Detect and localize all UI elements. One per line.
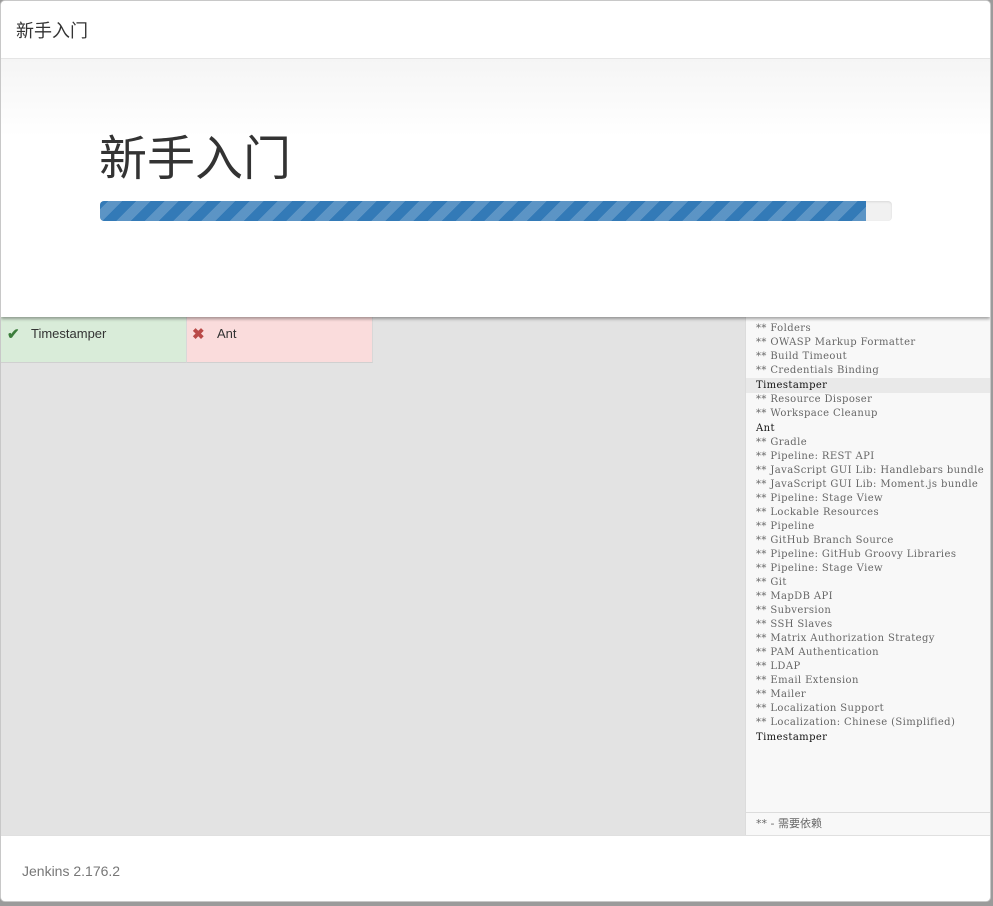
log-dependency-line: ** Gradle (756, 437, 808, 448)
plugin-tile-ant: ✖ Ant (187, 317, 373, 363)
log-dependency-line: ** Localization Support (756, 703, 884, 714)
log-plugin-header: Timestamper (746, 378, 990, 393)
setup-wizard-dialog: 新手入门 新手入门 ✔ Timestamper ✖ Ant ** Folders… (0, 0, 991, 902)
log-dependency-line: ** Credentials Binding (756, 365, 880, 376)
log-plugin-header: Ant (756, 423, 775, 434)
install-progress-panel: 新手入门 (1, 59, 990, 317)
log-dependency-line: ** JavaScript GUI Lib: Handlebars bundle (756, 465, 985, 476)
log-dependency-line: ** Resource Disposer (756, 394, 873, 405)
log-plugin-header: Timestamper (756, 732, 828, 743)
modal-title: 新手入门 (16, 21, 88, 42)
log-dependency-line: ** OWASP Markup Formatter (756, 337, 916, 348)
modal-body: 新手入门 ✔ Timestamper ✖ Ant ** Folders ** OW… (1, 59, 990, 835)
check-icon: ✔ (7, 326, 20, 343)
install-progress-bar (100, 201, 892, 221)
log-dependency-line: ** Pipeline (756, 521, 815, 532)
log-dependency-line: ** Localization: Chinese (Simplified) (756, 717, 956, 728)
log-dependency-line: ** LDAP (756, 661, 801, 672)
log-dependency-line: ** Pipeline: Stage View (756, 493, 883, 504)
log-dependency-line: ** Matrix Authorization Strategy (756, 633, 935, 644)
jenkins-version: Jenkins 2.176.2 (22, 863, 121, 879)
plugin-status-grid: ✔ Timestamper ✖ Ant (1, 317, 745, 835)
log-dependency-line: ** Pipeline: GitHub Groovy Libraries (756, 549, 957, 560)
log-dependency-line: ** Email Extension (756, 675, 859, 686)
log-dependency-line: ** Workspace Cleanup (756, 408, 878, 419)
log-dependency-line: ** JavaScript GUI Lib: Moment.js bundle (756, 479, 979, 490)
log-dependency-line: ** GitHub Branch Source (756, 535, 894, 546)
log-dependency-line: ** PAM Authentication (756, 647, 879, 658)
log-dependency-line: ** Lockable Resources (756, 507, 880, 518)
log-dependency-line: ** Build Timeout (756, 351, 848, 362)
log-dependency-line: ** Pipeline: REST API (756, 451, 875, 462)
log-legend: ** - 需要依赖 (746, 812, 990, 835)
plugin-name: Ant (217, 326, 237, 341)
log-dependency-line: ** Pipeline: Stage View (756, 563, 883, 574)
log-dependency-line: ** Subversion (756, 605, 832, 616)
modal-header: 新手入门 (1, 1, 990, 59)
install-log-panel[interactable]: ** Folders ** OWASP Markup Formatter ** Bu… (745, 317, 990, 835)
log-dependency-line: ** Mailer (756, 689, 807, 700)
plugin-name: Timestamper (31, 326, 107, 341)
install-progress-fill (100, 201, 866, 221)
log-dependency-line: ** MapDB API (756, 591, 834, 602)
plugin-tile-timestamper: ✔ Timestamper (1, 317, 187, 363)
log-dependency-line: ** Folders (756, 323, 812, 334)
modal-footer: Jenkins 2.176.2 (1, 835, 990, 901)
install-log-list: ** Folders ** OWASP Markup Formatter ** Bu… (746, 322, 990, 745)
page-title: 新手入门 (99, 131, 292, 187)
cross-icon: ✖ (192, 326, 205, 343)
log-dependency-line: ** Git (756, 577, 787, 588)
log-dependency-line: ** SSH Slaves (756, 619, 833, 630)
